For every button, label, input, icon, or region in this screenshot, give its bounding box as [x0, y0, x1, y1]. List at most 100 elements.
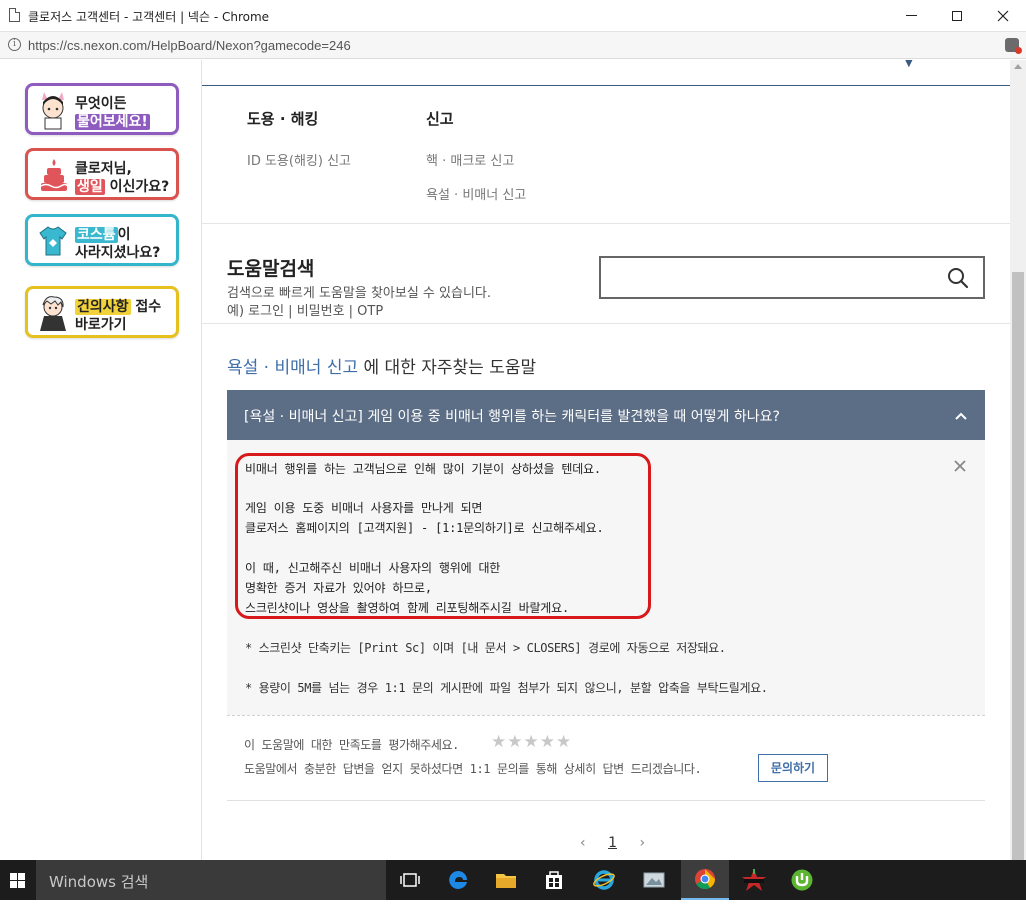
answer-line: 게임 이용 도중 비매너 사용자를 만나게 되면: [245, 501, 483, 515]
banner-ask-highlight: 물어보세요!: [75, 114, 150, 130]
search-icon[interactable]: [947, 267, 969, 289]
character-mascot-icon: [42, 92, 64, 130]
banner-costume-line1: 코스튬 이: [75, 224, 131, 244]
divider: [202, 223, 1010, 224]
store-icon[interactable]: [530, 860, 578, 900]
banner-bday-line2: 생일 이신가요?: [75, 176, 169, 196]
answer-line: 스크린샷이나 영상을 촬영하여 함께 리포팅해주시길 바랄게요.: [245, 601, 569, 615]
costume-banner[interactable]: 코스튬 이 사라지셨나요?: [25, 214, 179, 266]
answer-line: 명확한 증거 자료가 있어야 하므로,: [245, 581, 432, 595]
closers-glyph: [742, 869, 766, 891]
next-page-button[interactable]: ›: [639, 835, 645, 851]
window-title: 클로저스 고객센터 - 고객센터 | 넥슨 - Chrome: [28, 10, 270, 24]
category-link-hack-macro[interactable]: 핵 · 매크로 신고: [426, 150, 514, 169]
pagination: ‹ 1 ›: [580, 835, 645, 851]
banner-costume-line2: 사라지셨나요?: [75, 245, 161, 261]
task-view-icon[interactable]: [386, 860, 434, 900]
answer-line: 클로저스 홈페이지의 [고객지원] - [1:1문의하기]로 신고해주세요.: [245, 521, 604, 535]
closers-game-icon[interactable]: [730, 860, 778, 900]
url-text[interactable]: https://cs.nexon.com/HelpBoard/Nexon?gam…: [28, 38, 351, 53]
ie-glyph: [593, 870, 615, 890]
store-glyph: [546, 871, 562, 889]
banner-suggest-line2: 바로가기: [75, 317, 127, 333]
extension-icon[interactable]: [1005, 38, 1022, 54]
banner-suggest-line1: 건의사항 접수: [75, 296, 161, 316]
suggestion-character-icon: [40, 296, 66, 331]
rating-stars[interactable]: ★★★★★: [491, 732, 572, 752]
search-description: 검색으로 빠르게 도움말을 찾아보실 수 있습니다.: [227, 286, 491, 301]
chrome-icon[interactable]: [681, 860, 729, 900]
faq-answer-panel: 비매너 행위를 하는 고객님으로 인해 많이 기분이 상하셨을 텐데요. 게임 …: [227, 440, 985, 715]
taskbar-search[interactable]: Windows 검색: [36, 860, 386, 900]
banner-bday-line1: 클로저님,: [75, 161, 132, 177]
edge-icon[interactable]: [434, 860, 482, 900]
cake-icon: [40, 159, 68, 191]
utorrent-icon[interactable]: [778, 860, 826, 900]
address-bar[interactable]: i https://cs.nexon.com/HelpBoard/Nexon?g…: [0, 32, 1026, 59]
faq-question-bar[interactable]: [욕설 · 비매너 신고] 게임 이용 중 비매너 행위를 하는 캐릭터를 발견…: [227, 390, 985, 440]
taskbar-search-placeholder: Windows 검색: [49, 873, 149, 891]
top-divider: [202, 85, 1010, 86]
answer-line: 비매너 행위를 하는 고객님으로 인해 많이 기분이 상하셨을 텐데요.: [245, 462, 601, 476]
scroll-up-icon[interactable]: [1014, 64, 1022, 69]
answer-line: 이 때, 신고해주신 비매너 사용자의 행위에 대한: [245, 561, 501, 575]
birthday-banner[interactable]: 클로저님, 생일 이신가요?: [25, 148, 179, 200]
internet-explorer-icon[interactable]: [580, 860, 628, 900]
photos-glyph: [643, 872, 665, 888]
site-info-icon[interactable]: i: [8, 38, 21, 51]
edge-glyph: [449, 871, 467, 889]
divider: [227, 800, 985, 801]
category-report: 신고 핵 · 매크로 신고 욕설 · 비매너 신고: [426, 108, 526, 203]
answer-note: * 스크린샷 단축키는 [Print Sc] 이며 [내 문서 > CLOSER…: [245, 641, 726, 655]
faq-heading-rest: 에 대한 자주찾는 도움말: [358, 358, 537, 378]
category-link-abuse[interactable]: 욕설 · 비매너 신고: [426, 184, 526, 203]
vertical-scrollbar[interactable]: [1010, 60, 1026, 860]
window-titlebar: 클로저스 고객센터 - 고객센터 | 넥슨 - Chrome: [0, 0, 1026, 32]
prev-page-button[interactable]: ‹: [580, 835, 586, 851]
banner-bday-rest: 이신가요?: [104, 179, 170, 195]
faq-question[interactable]: [욕설 · 비매너 신고] 게임 이용 중 비매너 행위를 하는 캐릭터를 발견…: [244, 406, 780, 426]
folder-glyph: [496, 874, 516, 888]
minimize-icon: [905, 15, 917, 16]
page-viewport: 무엇이든 물어보세요! 클로저님, 생일 이신가요? 코스튬이 사라지셨나요?: [0, 60, 1010, 860]
banner-costume-highlight: 코스튬: [75, 227, 118, 243]
category-title: 신고: [426, 110, 454, 128]
inquiry-button[interactable]: 문의하기: [758, 754, 828, 782]
ask-anything-banner[interactable]: 무엇이든 물어보세요!: [25, 83, 179, 135]
task-view-glyph: [400, 873, 420, 887]
answer-note: * 용량이 5M를 넘는 경우 1:1 문의 게시판에 파일 첨부가 되지 않으…: [245, 681, 768, 695]
main-content: ▼ 도용 · 해킹 ID 도용(해킹) 신고 신고 핵 · 매크로 신고 욕설 …: [202, 60, 1010, 860]
windows-logo-icon: [10, 873, 25, 888]
utorrent-glyph: [791, 869, 813, 891]
start-button[interactable]: [0, 860, 36, 900]
search-title: 도움말검색: [227, 258, 315, 280]
chevron-down-icon[interactable]: ▼: [905, 60, 913, 69]
divider: [202, 323, 1010, 324]
close-icon[interactable]: [953, 459, 967, 473]
faq-heading: 욕설 · 비매너 신고 에 대한 자주찾는 도움말: [227, 353, 536, 378]
chrome-glyph: [695, 869, 716, 890]
unsolved-text: 도움말에서 충분한 답변을 얻지 못하셨다면 1:1 문의를 통해 상세히 답변…: [244, 762, 702, 776]
category-hacking: 도용 · 해킹 ID 도용(해킹) 신고: [247, 108, 351, 169]
page-icon: [9, 8, 20, 22]
file-explorer-icon[interactable]: [482, 860, 530, 900]
rating-prompt: 이 도움말에 대한 만족도를 평가해주세요.: [244, 738, 460, 752]
photos-icon[interactable]: [630, 860, 678, 900]
minimize-button[interactable]: [888, 0, 934, 31]
banner-suggest-highlight: 건의사항: [75, 299, 131, 315]
banner-suggest-rest: 접수: [130, 299, 162, 315]
chevron-up-icon[interactable]: [955, 410, 967, 422]
page-number[interactable]: 1: [608, 835, 617, 851]
category-title: 도용 · 해킹: [247, 110, 319, 128]
category-link-id-theft[interactable]: ID 도용(해킹) 신고: [247, 150, 351, 169]
close-window-button[interactable]: [980, 0, 1026, 31]
maximize-icon: [952, 10, 962, 21]
banner-bday-highlight: 생일: [75, 179, 105, 195]
banner-costume-rest: 이: [117, 227, 131, 243]
suggestion-banner[interactable]: 건의사항 접수 바로가기: [25, 286, 179, 338]
maximize-button[interactable]: [934, 0, 980, 31]
scrollbar-thumb[interactable]: [1012, 272, 1024, 860]
windows-taskbar: Windows 검색: [0, 860, 1026, 900]
search-input[interactable]: [599, 256, 985, 299]
search-example: 예) 로그인 | 비밀번호 | OTP: [227, 304, 384, 319]
